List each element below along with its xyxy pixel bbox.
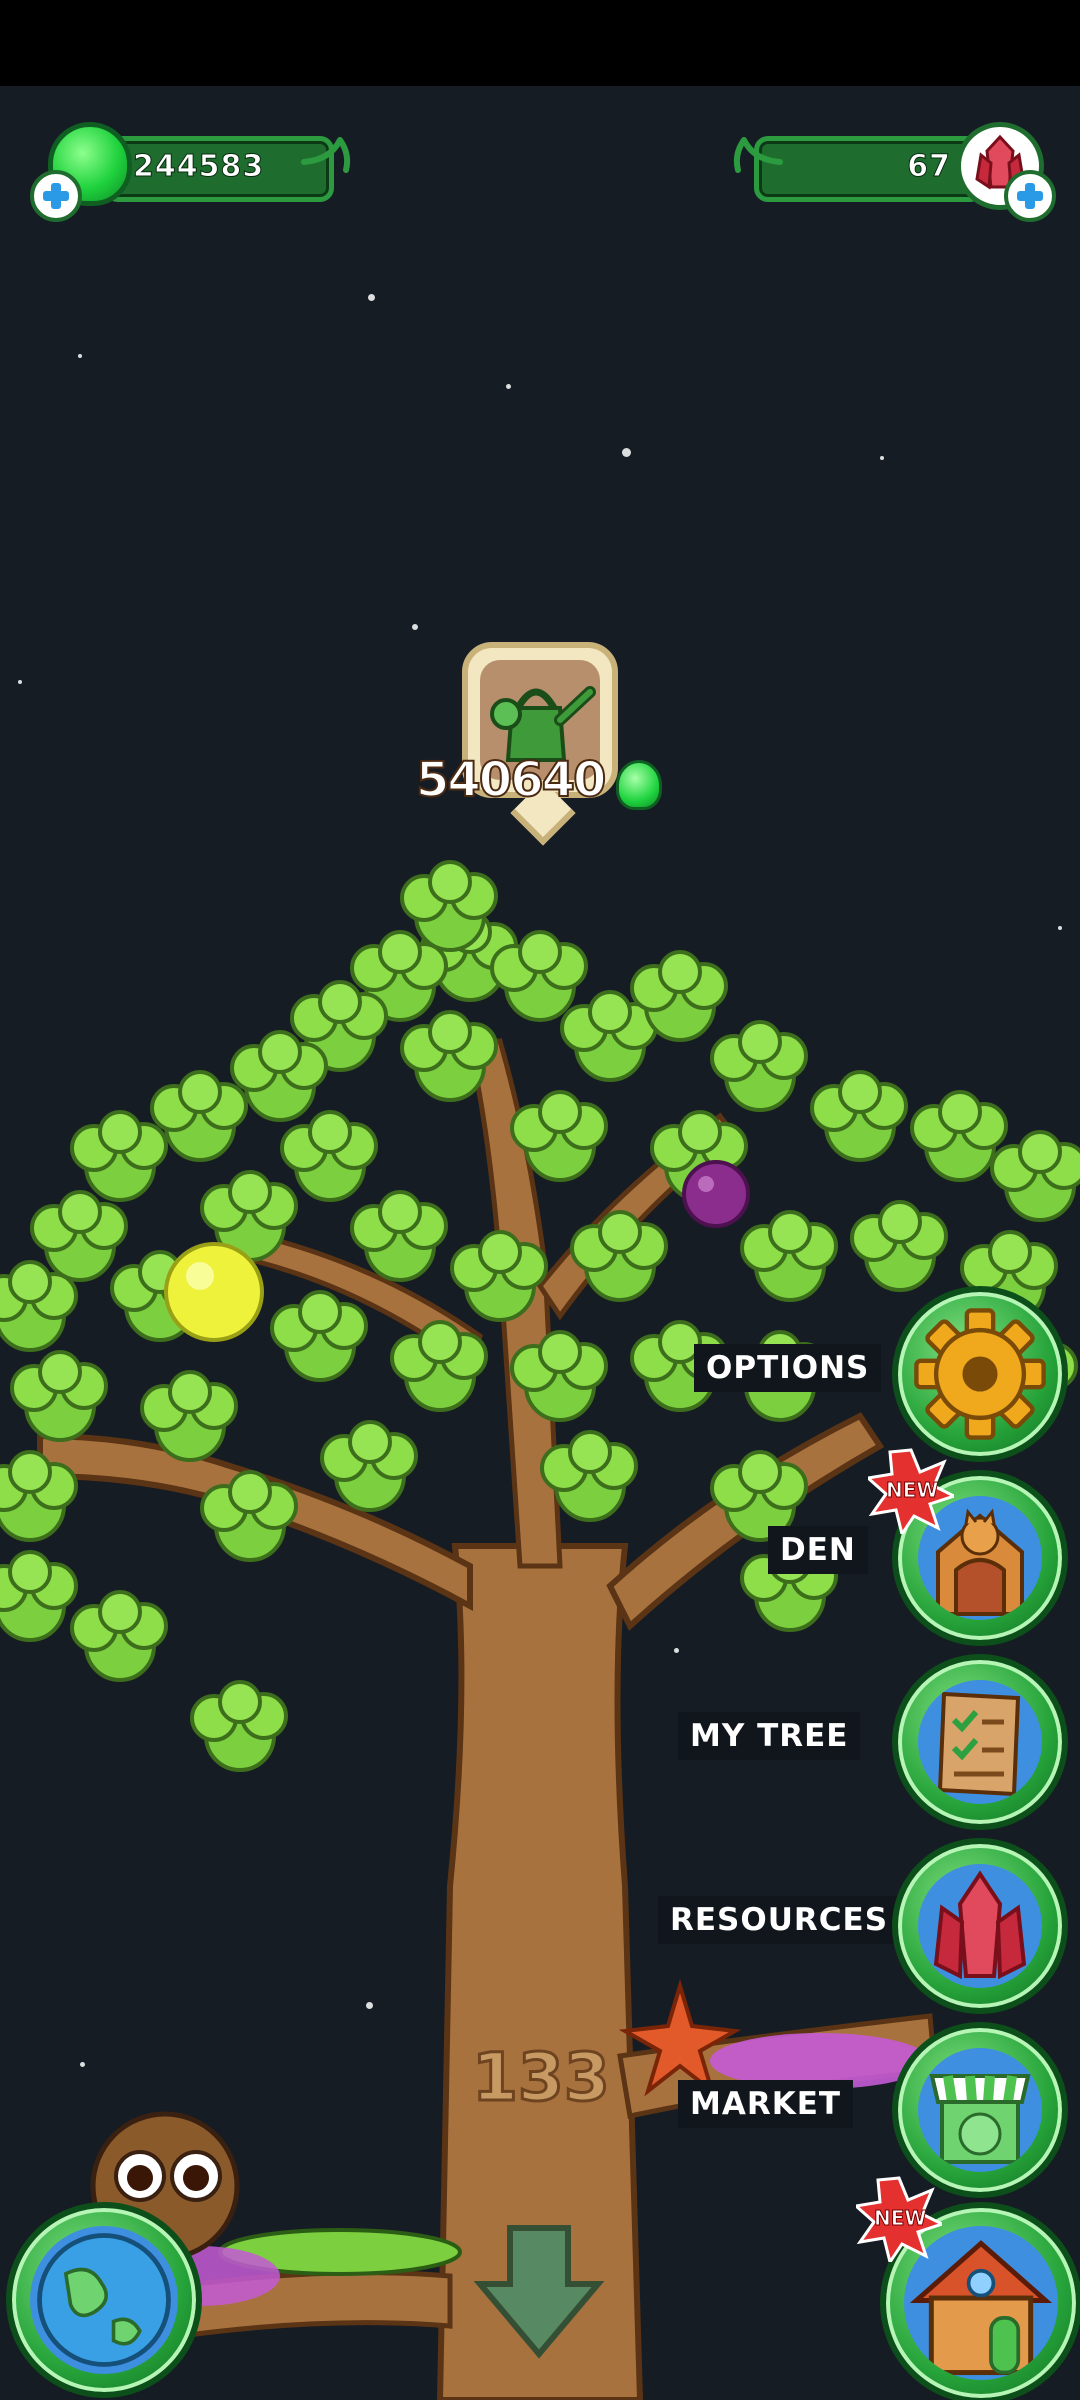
home-new-badge: NEW [852, 2176, 946, 2266]
green-gem-icon [616, 760, 662, 810]
add-green-currency-button[interactable] [30, 170, 82, 222]
my-tree-button[interactable] [892, 1654, 1068, 1830]
globe-icon [30, 2226, 178, 2374]
green-currency-value: 244583 [132, 149, 265, 185]
market-button[interactable] [892, 2022, 1068, 2198]
resources-label[interactable]: RESOURCES [658, 1896, 901, 1944]
add-gems-button[interactable] [1004, 170, 1056, 222]
game-scene[interactable]: 133 540640 244583 67 OPTIONS DEN NEW MY … [0, 86, 1080, 2400]
purple-fruit [682, 1160, 750, 1228]
market-stall-icon [918, 2048, 1042, 2172]
vine-decoration [733, 137, 783, 173]
gem-currency-counter[interactable]: 67 [754, 136, 984, 202]
options-label[interactable]: OPTIONS [694, 1344, 882, 1392]
water-cost-row: 540640 [415, 751, 678, 812]
checklist-icon [918, 1680, 1042, 1804]
gear-icon [914, 1308, 1046, 1440]
market-label[interactable]: MARKET [678, 2080, 854, 2128]
status-bar [0, 0, 1080, 86]
vine-decoration [301, 137, 351, 173]
my-tree-label[interactable]: MY TREE [678, 1712, 861, 1760]
tree-level-carving: 133 [472, 2039, 610, 2116]
options-button[interactable] [892, 1286, 1068, 1462]
world-map-button[interactable] [6, 2202, 202, 2398]
home-new-text: NEW [873, 2206, 927, 2231]
den-new-badge: NEW [864, 1448, 958, 1538]
den-label[interactable]: DEN [768, 1526, 868, 1574]
down-arrow-icon[interactable] [474, 2222, 604, 2362]
crystal-icon [918, 1864, 1042, 1988]
gem-currency-value: 67 [907, 149, 951, 185]
yellow-fruit [164, 1242, 264, 1342]
den-new-text: NEW [885, 1478, 939, 1503]
water-cost-value: 540640 [415, 751, 607, 809]
resources-button[interactable] [892, 1838, 1068, 2014]
